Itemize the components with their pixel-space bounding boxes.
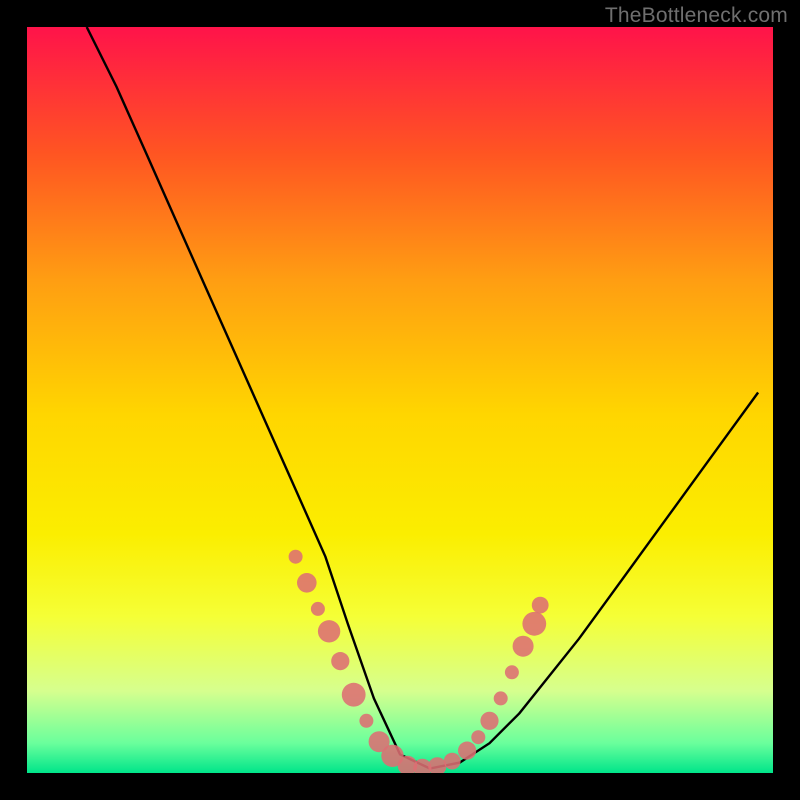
chart-plot-area [27,27,773,773]
data-marker [311,602,325,616]
curve-layer [87,27,758,769]
data-marker [331,652,349,670]
data-marker [480,712,498,730]
data-marker [522,612,546,636]
data-marker [342,683,366,707]
data-marker [428,757,446,773]
data-marker [359,714,373,728]
data-marker [494,691,508,705]
data-marker [444,753,461,770]
watermark-text: TheBottleneck.com [605,4,788,28]
chart-frame: TheBottleneck.com [0,0,800,800]
chart-svg [27,27,773,773]
marker-layer [289,550,549,773]
bottleneck-curve [87,27,758,769]
data-marker [532,597,549,614]
data-marker [458,742,476,760]
data-marker [513,636,534,657]
data-marker [297,573,317,593]
data-marker [505,665,519,679]
data-marker [471,730,485,744]
data-marker [289,550,303,564]
data-marker [318,620,340,642]
